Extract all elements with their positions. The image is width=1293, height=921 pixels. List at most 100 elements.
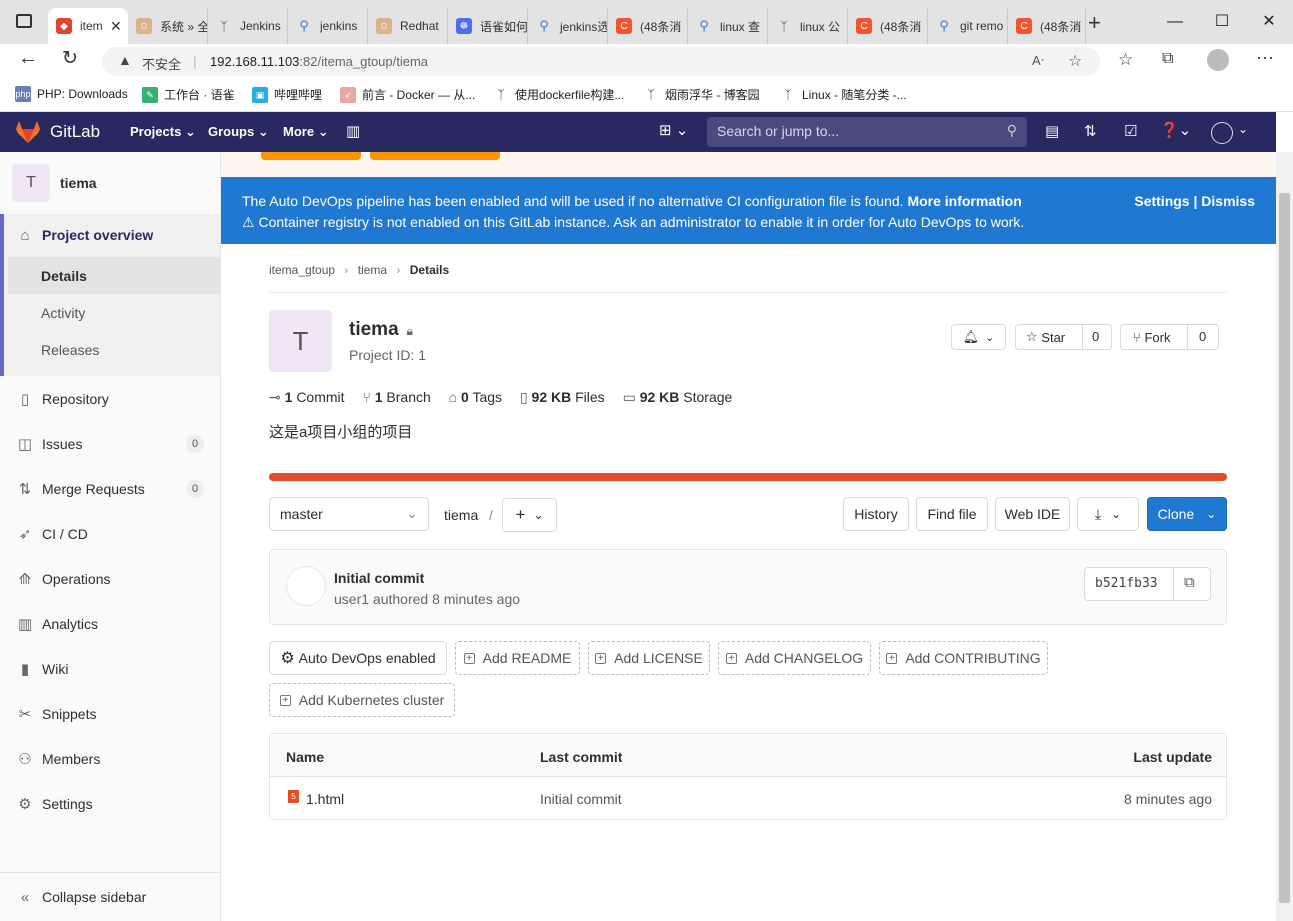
refresh-icon[interactable]: ↻ — [62, 47, 78, 70]
banner-dismiss-link[interactable]: Dismiss — [1201, 193, 1255, 209]
browser-tab[interactable]: C (48条消 — [1008, 8, 1086, 44]
history-button[interactable]: History — [843, 497, 909, 531]
breadcrumb-project[interactable]: tiema — [358, 263, 387, 277]
nav-groups[interactable]: Groups ⌄ — [208, 124, 269, 140]
find-file-button[interactable]: Find file — [916, 497, 988, 531]
new-tab-icon[interactable]: + — [1088, 12, 1101, 34]
web-ide-button[interactable]: Web IDE — [995, 497, 1070, 531]
gitlab-brand[interactable]: GitLab — [50, 122, 100, 142]
fork-count[interactable]: 0 — [1199, 329, 1206, 344]
add-contributing-button[interactable]: + Add CONTRIBUTING — [879, 641, 1048, 675]
gitlab-logo-icon[interactable] — [15, 120, 41, 144]
sidebar-item-ci-cd[interactable]: ➶ CI / CD — [0, 514, 220, 554]
nav-projects[interactable]: Projects ⌄ — [130, 124, 196, 140]
bookmark-item[interactable]: ▣ 哔哩哔哩 — [252, 86, 322, 103]
browser-tab[interactable]: C (48条消 — [848, 8, 928, 44]
more-information-link[interactable]: More information — [907, 193, 1021, 209]
browser-tab[interactable]: ᛉ linux 公 — [768, 8, 848, 44]
breadcrumb-group[interactable]: itema_gtoup — [269, 263, 335, 277]
browser-tab[interactable]: ᛉ Jenkins — [208, 8, 288, 44]
browser-tab[interactable]: ☺ Redhat — [368, 8, 448, 44]
stat-storage[interactable]: ▭ 92 KB Storage — [623, 389, 733, 405]
new-item-icon[interactable]: ⊞ ⌄ — [659, 121, 688, 139]
sidebar-item-wiki[interactable]: ▮ Wiki — [0, 649, 220, 689]
activity-chart-icon[interactable]: ▥ — [346, 122, 360, 140]
collections-icon[interactable]: ⧉ — [1162, 50, 1173, 68]
copy-icon[interactable]: ⧉ — [1184, 574, 1195, 591]
profile-avatar-icon[interactable] — [1207, 49, 1229, 71]
banner-settings-link[interactable]: Settings — [1134, 193, 1189, 209]
sidebar-item-releases[interactable]: Releases — [8, 331, 220, 368]
read-aloud-icon[interactable]: Aᐧ — [1032, 53, 1044, 69]
chevron-down-icon[interactable]: ⌄ — [1238, 122, 1248, 136]
user-avatar-icon[interactable] — [1211, 122, 1233, 144]
search-input[interactable]: Search or jump to... ⚲ — [707, 117, 1027, 147]
merge-requests-icon[interactable]: ⇅ — [1084, 122, 1097, 140]
sidebar-item-analytics[interactable]: ▥ Analytics — [0, 604, 220, 644]
browser-tab-active[interactable]: ◆ item ✕ — [48, 8, 128, 44]
sidebar-item-activity[interactable]: Activity — [8, 294, 220, 331]
file-last-commit[interactable]: Initial commit — [540, 791, 622, 807]
commit-sha-text[interactable]: b521fb33 — [1095, 576, 1158, 591]
browser-tab[interactable]: ☺ 系统 » 全 — [128, 8, 208, 44]
browser-tab[interactable]: C (48条消 — [608, 8, 688, 44]
favorites-icon[interactable]: ☆ — [1118, 50, 1133, 70]
fork-button[interactable]: ⑂ Fork 0 — [1120, 324, 1219, 350]
maximize-icon[interactable]: ☐ — [1210, 10, 1234, 34]
sidebar-item-settings[interactable]: ⚙ Settings — [0, 784, 220, 824]
sidebar-item-project-overview[interactable]: ⌂ Project overview — [0, 215, 220, 255]
browser-tab[interactable]: ⚲ linux 查 — [688, 8, 768, 44]
table-row[interactable]: 5 1.html Initial commit 8 minutes ago — [270, 777, 1226, 819]
stat-files[interactable]: ▯ 92 KB Files — [520, 389, 605, 405]
file-name-link[interactable]: 1.html — [306, 791, 344, 807]
commit-title[interactable]: Initial commit — [334, 570, 424, 586]
add-readme-button[interactable]: + Add README — [455, 641, 580, 675]
sidebar-item-members[interactable]: ⚇ Members — [0, 739, 220, 779]
close-window-icon[interactable]: ✕ — [1257, 10, 1281, 34]
sidebar-item-repository[interactable]: ▯ Repository — [0, 379, 220, 419]
minimize-icon[interactable]: — — [1163, 10, 1187, 34]
auto-devops-enabled-button[interactable]: ⚙ Auto DevOps enabled — [269, 641, 447, 675]
scrollbar-thumb[interactable] — [1279, 193, 1290, 903]
url-field[interactable]: ▲ 不安全 | 192.168.11.103:82/itema_gtoup/ti… — [102, 47, 1100, 76]
repo-path[interactable]: tiema — [444, 507, 478, 523]
bookmark-item[interactable]: ✎ 工作台 · 语雀 — [142, 86, 235, 103]
bookmark-item[interactable]: ᛉ 使用dockerfile构建... — [493, 86, 624, 103]
bookmark-item[interactable]: ᛉ Linux - 随笔分类 -... — [780, 86, 907, 103]
bookmark-item[interactable]: ➶ 前言 - Docker — 从... — [340, 86, 475, 103]
stat-commits[interactable]: ⊸ 1 Commit — [269, 389, 345, 405]
close-tab-icon[interactable]: ✕ — [110, 18, 122, 35]
star-button[interactable]: ☆ Star 0 — [1015, 324, 1112, 350]
sidebar-item-merge-requests[interactable]: ⇅ Merge Requests 0 — [0, 469, 220, 509]
sidebar-project-header[interactable]: T tiema — [12, 164, 212, 202]
stat-tags[interactable]: ⌂ 0 Tags — [449, 389, 502, 405]
browser-tab[interactable]: ⚲ jenkins选 — [528, 8, 608, 44]
notifications-dropdown[interactable]: 🔔︎ ⌄ — [951, 324, 1006, 350]
browser-tab[interactable]: ⚲ git remo — [928, 8, 1008, 44]
add-favorite-icon[interactable]: ☆ — [1068, 51, 1082, 71]
sidebar-item-details[interactable]: Details — [8, 257, 220, 294]
branch-select[interactable]: master ⌄ — [269, 497, 429, 531]
star-count[interactable]: 0 — [1092, 329, 1099, 344]
bookmark-item[interactable]: php PHP: Downloads — [15, 86, 128, 102]
todo-icon[interactable]: ▤ — [1045, 122, 1059, 140]
add-kubernetes-cluster-button[interactable]: + Add Kubernetes cluster — [269, 683, 455, 717]
add-license-button[interactable]: + Add LICENSE — [588, 641, 710, 675]
sidebar-item-snippets[interactable]: ✂ Snippets — [0, 694, 220, 734]
sidebar-item-operations[interactable]: ⟰ Operations — [0, 559, 220, 599]
nav-more[interactable]: More ⌄ — [283, 124, 329, 140]
collapse-sidebar-button[interactable]: «Collapse sidebar — [0, 877, 220, 917]
clone-dropdown[interactable]: Clone ⌄ — [1147, 497, 1227, 531]
browser-menu-icon[interactable]: ··· — [1256, 47, 1274, 68]
download-dropdown[interactable]: ⤓ ⌄ — [1077, 497, 1139, 531]
tab-actions-icon[interactable] — [16, 14, 32, 28]
bookmark-item[interactable]: ᛉ 烟雨浮华 - 博客园 — [643, 86, 760, 103]
issues-icon[interactable]: ☑ — [1124, 122, 1137, 140]
browser-tab[interactable]: ⚲ jenkins — [288, 8, 368, 44]
back-icon[interactable]: ← — [18, 47, 38, 70]
help-icon[interactable]: ❓⌄ — [1160, 121, 1191, 139]
stat-branches[interactable]: ⑂ 1 Branch — [362, 389, 430, 405]
add-to-tree-dropdown[interactable]: + ⌄ — [502, 498, 557, 532]
avatar[interactable] — [286, 566, 326, 606]
add-changelog-button[interactable]: + Add CHANGELOG — [718, 641, 871, 675]
